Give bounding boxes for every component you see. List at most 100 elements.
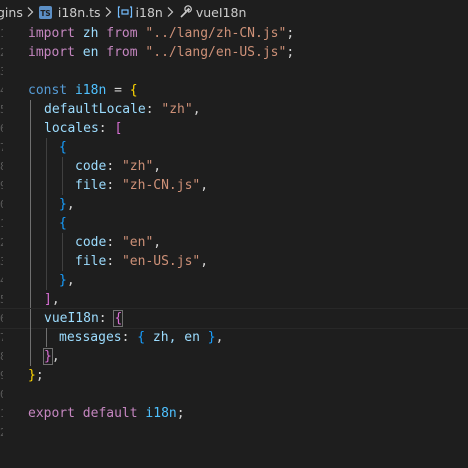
- property-key: code: [75, 235, 107, 250]
- colon: :: [106, 159, 122, 174]
- string-value: "en": [121, 235, 154, 250]
- colon: :: [106, 235, 122, 250]
- indent-guide: [30, 233, 31, 252]
- indent-guide: [46, 195, 47, 214]
- line-number-fragment: 2: [0, 423, 3, 442]
- line-number-fragment: 4: [0, 81, 3, 100]
- indent-guide: [30, 347, 31, 366]
- line-content: import zh from "../lang/zh-CN.js";: [28, 24, 294, 43]
- close-brace: }: [59, 273, 67, 288]
- line-number-fragment: 5: [0, 290, 3, 309]
- colon: :: [98, 121, 115, 136]
- code-line[interactable]: 0: [0, 385, 468, 404]
- import-keyword: import: [28, 26, 75, 41]
- breadcrumb-folder[interactable]: gins: [0, 5, 23, 20]
- code-line[interactable]: 2: [0, 423, 468, 442]
- line-number-fragment: 8: [0, 347, 3, 366]
- line-content: export default i18n;: [28, 404, 185, 423]
- code-line[interactable]: 0 },: [0, 195, 468, 214]
- code-line[interactable]: 1 import zh from "../lang/zh-CN.js";: [0, 24, 468, 43]
- breadcrumb-property-label: vueI18n: [195, 4, 247, 20]
- property-key: code: [75, 159, 107, 174]
- indent-guide: [30, 119, 31, 138]
- code-line[interactable]: 7 {: [0, 138, 468, 157]
- string-value: "en-US.js": [121, 254, 201, 269]
- line-content: locales: [: [44, 119, 122, 138]
- line-number-fragment: 7: [0, 138, 3, 157]
- line-number-fragment: 4: [0, 271, 3, 290]
- code-line[interactable]: 5 ],: [0, 290, 468, 309]
- code-area[interactable]: 1 import zh from "../lang/zh-CN.js"; 2 i…: [0, 24, 468, 442]
- semicolon: ;: [176, 406, 185, 421]
- indent-guide: [30, 214, 31, 233]
- indent-guide: [62, 252, 63, 271]
- property-key: defaultLocale: [44, 102, 146, 117]
- comma: ,: [153, 235, 162, 250]
- code-line[interactable]: 8 code: "zh",: [0, 157, 468, 176]
- code-line[interactable]: 5 defaultLocale: "zh",: [0, 100, 468, 119]
- code-line-current[interactable]: 6 vueI18n: {: [0, 308, 468, 329]
- code-line[interactable]: 1 {: [0, 214, 468, 233]
- code-line[interactable]: 1 export default i18n;: [0, 404, 468, 423]
- indent-guide: [46, 176, 47, 195]
- string-value: "zh": [121, 159, 154, 174]
- code-line[interactable]: 9 };: [0, 366, 468, 385]
- semicolon: ;: [286, 26, 295, 41]
- code-editor[interactable]: gins TS i18n.ts i18n vueI18n import zh f…: [0, 0, 468, 468]
- open-brace: {: [59, 140, 67, 155]
- open-bracket: [: [114, 121, 123, 136]
- comma: ,: [200, 254, 209, 269]
- chevron-right-icon: [105, 7, 111, 17]
- indent-guide: [30, 328, 31, 347]
- import-identifier: en: [82, 45, 99, 60]
- indent-guide: [30, 157, 31, 176]
- code-line[interactable]: 6 locales: [: [0, 119, 468, 138]
- line-number-fragment: 1: [0, 214, 3, 233]
- line-content: code: "en",: [75, 233, 161, 252]
- semicolon: ;: [286, 45, 295, 60]
- indent-guide: [30, 309, 31, 328]
- const-keyword: const: [28, 83, 68, 98]
- comma: ,: [66, 273, 75, 288]
- code-line[interactable]: 4 const i18n = {: [0, 81, 468, 100]
- code-line[interactable]: 7 messages: { zh, en },: [0, 328, 468, 347]
- breadcrumb-symbol[interactable]: i18n: [117, 5, 163, 20]
- comma: ,: [192, 102, 201, 117]
- breadcrumb-property[interactable]: vueI18n: [179, 4, 247, 20]
- line-number-fragment: 9: [0, 366, 3, 385]
- line-number-fragment: 2: [0, 43, 3, 62]
- variable-icon: [117, 6, 132, 18]
- import-path-string: "../lang/zh-CN.js": [145, 26, 287, 41]
- close-brace: }: [59, 197, 67, 212]
- indent-guide: [30, 176, 31, 195]
- comma: ,: [200, 178, 209, 193]
- comma: ,: [51, 292, 60, 307]
- line-content: file: "en-US.js",: [75, 252, 208, 271]
- assignment-operator: =: [106, 83, 130, 98]
- indent-guide: [30, 271, 31, 290]
- code-line[interactable]: 8 },: [0, 347, 468, 366]
- string-value: "zh": [161, 102, 193, 117]
- indent-guide: [62, 157, 63, 176]
- code-line[interactable]: 9 file: "zh-CN.js",: [0, 176, 468, 195]
- line-content: {: [59, 138, 67, 157]
- line-content: import en from "../lang/en-US.js";: [28, 43, 294, 62]
- property-key: file: [75, 254, 107, 269]
- property-key: vueI18n: [44, 311, 99, 326]
- code-line[interactable]: 3: [0, 62, 468, 81]
- property-key: file: [75, 178, 107, 193]
- line-number-fragment: 6: [0, 309, 3, 328]
- code-line[interactable]: 2 code: "en",: [0, 233, 468, 252]
- messages-members: zh, en: [145, 330, 208, 345]
- semicolon: ;: [35, 368, 44, 383]
- breadcrumb-file[interactable]: TS i18n.ts: [38, 5, 101, 20]
- import-path-string: "../lang/en-US.js": [145, 45, 287, 60]
- colon: :: [98, 311, 115, 326]
- code-line[interactable]: 2 import en from "../lang/en-US.js";: [0, 43, 468, 62]
- line-content: defaultLocale: "zh",: [44, 100, 201, 119]
- property-key: locales: [44, 121, 99, 136]
- comma: ,: [66, 197, 75, 212]
- matched-close-brace: }: [43, 348, 53, 365]
- code-line[interactable]: 4 },: [0, 271, 468, 290]
- code-line[interactable]: 3 file: "en-US.js",: [0, 252, 468, 271]
